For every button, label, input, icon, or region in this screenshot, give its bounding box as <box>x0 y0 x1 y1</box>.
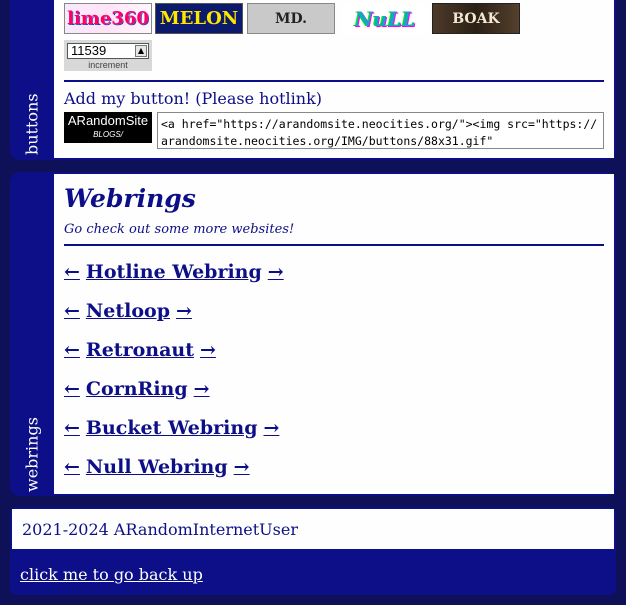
webrings-content: Webrings Go check out some more websites… <box>54 174 614 494</box>
webring-link-netloop[interactable]: Netloop <box>86 300 170 322</box>
add-button-title: Add my button! (Please hotlink) <box>64 89 323 108</box>
site-button-88x31[interactable]: ARandomSite BLOGS/ <box>64 112 152 143</box>
prev-arrow-link[interactable]: ← <box>64 456 80 478</box>
null-badge-text: NuLL <box>354 6 416 31</box>
buttons-content: lime360 MELON MD. NuLL BOAK 11539 ▲ incr… <box>54 0 614 158</box>
counter-increment-arrow-icon[interactable]: ▲ <box>135 45 147 57</box>
site-button-line2: BLOGS/ <box>93 130 123 139</box>
buttons-side-label-text: buttons <box>22 93 42 155</box>
back-to-top-link[interactable]: click me to go back up <box>20 565 203 584</box>
webring-row: ← CornRing → <box>64 378 210 400</box>
next-arrow-link[interactable]: → <box>200 339 216 361</box>
webrings-subtitle: Go check out some more websites! <box>64 222 295 237</box>
lime360-badge-text: lime360 <box>67 8 149 29</box>
webring-link-null[interactable]: Null Webring <box>86 456 228 478</box>
md-badge[interactable]: MD. <box>247 3 335 34</box>
counter-label: increment <box>88 60 128 70</box>
webrings-title: Webrings <box>64 184 196 213</box>
buttons-panel: buttons lime360 MELON MD. NuLL BOAK 1153… <box>10 0 616 160</box>
next-arrow-link[interactable]: → <box>264 417 280 439</box>
prev-arrow-link[interactable]: ← <box>64 300 80 322</box>
embed-code-textbox[interactable]: <a href="https://arandomsite.neocities.o… <box>157 112 604 149</box>
webrings-side-label: webrings <box>10 392 54 492</box>
webring-row: ← Retronaut → <box>64 339 216 361</box>
prev-arrow-link[interactable]: ← <box>64 378 80 400</box>
melon-badge[interactable]: MELON <box>155 3 243 34</box>
webring-link-bucket[interactable]: Bucket Webring <box>86 417 258 439</box>
prev-arrow-link[interactable]: ← <box>64 339 80 361</box>
null-badge[interactable]: NuLL <box>341 3 429 34</box>
visitor-counter: 11539 ▲ increment <box>64 40 152 71</box>
boak-badge-text: BOAK <box>452 10 500 27</box>
webring-row: ← Netloop → <box>64 300 192 322</box>
webring-link-cornring[interactable]: CornRing <box>86 378 188 400</box>
webring-row: ← Hotline Webring → <box>64 261 284 283</box>
boak-badge[interactable]: BOAK <box>432 3 520 34</box>
melon-badge-text: MELON <box>159 8 239 29</box>
next-arrow-link[interactable]: → <box>194 378 210 400</box>
divider <box>64 244 604 246</box>
divider <box>64 80 604 82</box>
md-badge-text: MD. <box>274 10 307 27</box>
lime360-badge[interactable]: lime360 <box>64 3 152 34</box>
webring-link-hotline[interactable]: Hotline Webring <box>86 261 262 283</box>
webring-link-retronaut[interactable]: Retronaut <box>86 339 194 361</box>
prev-arrow-link[interactable]: ← <box>64 417 80 439</box>
next-arrow-link[interactable]: → <box>268 261 284 283</box>
next-arrow-link[interactable]: → <box>234 456 250 478</box>
copyright-label: 2021-2024 ARandomInternetUser <box>22 519 298 539</box>
site-button-line1: ARandomSite <box>67 113 149 128</box>
prev-arrow-link[interactable]: ← <box>64 261 80 283</box>
buttons-side-label: buttons <box>10 0 54 155</box>
webring-row: ← Null Webring → <box>64 456 250 478</box>
next-arrow-link[interactable]: → <box>176 300 192 322</box>
webring-row: ← Bucket Webring → <box>64 417 279 439</box>
copyright-text: 2021-2024 ARandomInternetUser <box>12 509 614 549</box>
webrings-side-label-text: webrings <box>22 417 42 492</box>
webrings-panel: webrings Webrings Go check out some more… <box>10 172 616 496</box>
footer: 2021-2024 ARandomInternetUser click me t… <box>10 507 616 595</box>
